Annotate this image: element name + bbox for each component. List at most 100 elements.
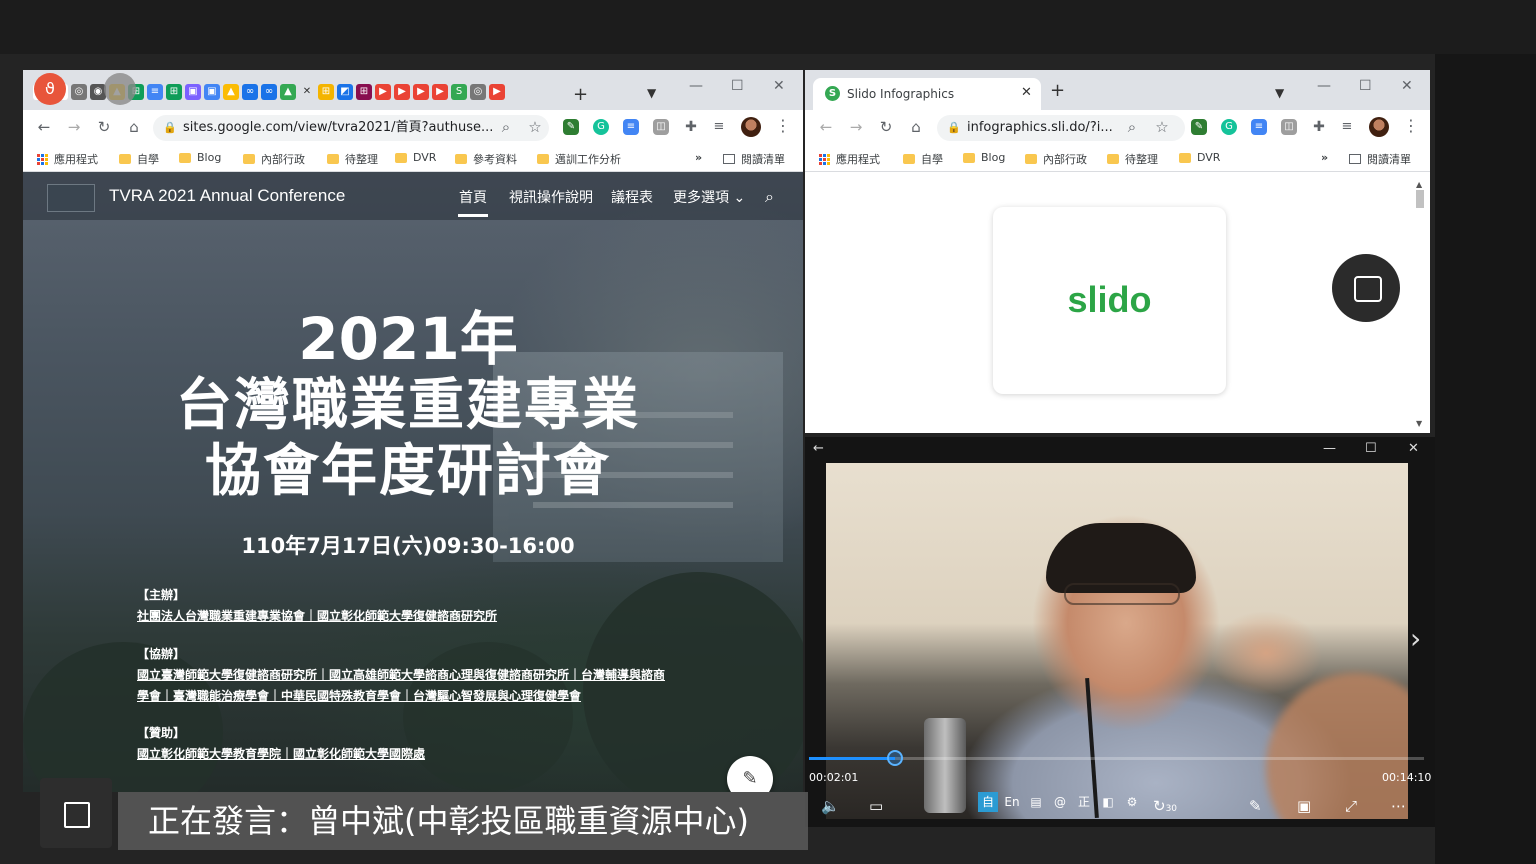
- menu-icon[interactable]: ⋮: [775, 116, 791, 135]
- scroll-down-icon[interactable]: ▼: [1416, 419, 1422, 428]
- sheets-icon[interactable]: ⊞: [166, 84, 182, 100]
- youtube-icon[interactable]: ▶: [432, 84, 448, 100]
- docs-extension-icon[interactable]: ≡: [1251, 119, 1267, 135]
- reload-icon[interactable]: ↻: [877, 118, 895, 136]
- drive-icon[interactable]: ▲: [280, 84, 296, 100]
- evernote-icon[interactable]: ✎: [1191, 119, 1207, 135]
- minimize-icon[interactable]: —: [1323, 441, 1336, 456]
- bookmark-folder[interactable]: Blog: [179, 151, 221, 164]
- scroll-up-icon[interactable]: ▲: [1416, 180, 1422, 189]
- bookmark-folder[interactable]: 內部行政: [1025, 151, 1087, 167]
- subtitle-settings-button[interactable]: ⚙: [1122, 792, 1142, 812]
- slido-icon[interactable]: S: [451, 84, 467, 100]
- grammarly-icon[interactable]: G: [1221, 119, 1237, 135]
- minimize-icon[interactable]: —: [689, 78, 703, 94]
- zoom-icon[interactable]: ⌕: [497, 118, 515, 136]
- tab-slido[interactable]: S Slido Infographics ✕: [813, 78, 1041, 110]
- volume-icon[interactable]: 🔈: [821, 797, 840, 815]
- close-icon[interactable]: ✕: [299, 84, 315, 100]
- back-icon[interactable]: ←: [817, 118, 835, 136]
- pip-toggle-button[interactable]: [1332, 254, 1400, 322]
- reading-list[interactable]: 閱讀清單: [1349, 151, 1411, 167]
- new-tab-icon[interactable]: +: [1050, 80, 1065, 101]
- bookmark-apps[interactable]: 應用程式: [37, 151, 98, 167]
- extension-icon[interactable]: ◫: [1281, 119, 1297, 135]
- bookmark-folder[interactable]: 參考資料: [455, 151, 517, 167]
- home-icon[interactable]: ⌂: [125, 118, 143, 136]
- seek-bar[interactable]: [809, 750, 1424, 766]
- youtube-icon[interactable]: ▶: [394, 84, 410, 100]
- back-icon[interactable]: ←: [813, 441, 824, 456]
- minimize-icon[interactable]: —: [1317, 78, 1331, 94]
- pencil-icon[interactable]: ✎: [1249, 797, 1262, 815]
- site-title[interactable]: TVRA 2021 Annual Conference: [109, 186, 345, 206]
- skip-forward-button[interactable]: ↻30: [1153, 797, 1177, 815]
- bookmark-folder[interactable]: Blog: [963, 151, 1005, 164]
- scrollbar[interactable]: ▲ ▼: [1416, 180, 1424, 428]
- subtitle-correct-button[interactable]: 正: [1074, 792, 1094, 812]
- extensions-puzzle-icon[interactable]: ✚: [1311, 119, 1327, 135]
- subtitle-doc-button[interactable]: ▤: [1026, 792, 1046, 812]
- seek-handle[interactable]: [887, 750, 904, 766]
- meet-icon[interactable]: ∞: [242, 84, 258, 100]
- docs-extension-icon[interactable]: ≡: [623, 119, 639, 135]
- tab-search-icon[interactable]: ▼: [1275, 86, 1284, 100]
- tab-icon[interactable]: ◎: [470, 84, 486, 100]
- miniplayer-icon[interactable]: ▣: [1297, 797, 1311, 815]
- scrollbar-thumb[interactable]: [1416, 190, 1424, 208]
- recording-control-icon[interactable]: [104, 73, 136, 105]
- recording-indicator-icon[interactable]: ϑ: [34, 73, 66, 105]
- reading-mode-icon[interactable]: ≡: [711, 119, 727, 135]
- bookmark-folder[interactable]: 自學: [119, 151, 159, 167]
- bookmark-folder[interactable]: DVR: [1179, 151, 1220, 164]
- nav-agenda[interactable]: 議程表: [611, 187, 653, 207]
- co-organizer-text[interactable]: 學會｜臺灣職能治療學會｜中華民國特殊教育學會｜台灣驅心智發展與心理復健學會: [137, 687, 581, 704]
- home-icon[interactable]: ⌂: [907, 118, 925, 136]
- bookmark-folder[interactable]: 邁訓工作分析: [537, 151, 621, 167]
- docs-icon[interactable]: ≡: [147, 84, 163, 100]
- bookmark-folder[interactable]: 內部行政: [243, 151, 305, 167]
- star-icon[interactable]: ☆: [1153, 118, 1171, 136]
- address-bar[interactable]: 🔒 infographics.sli.do/?i...: [937, 115, 1185, 141]
- reading-list[interactable]: 閱讀清單: [723, 151, 785, 167]
- profile-avatar[interactable]: [1369, 117, 1389, 137]
- maximize-icon[interactable]: ☐: [731, 78, 744, 94]
- evernote-icon[interactable]: ✎: [563, 119, 579, 135]
- tab-search-icon[interactable]: ▼: [647, 86, 656, 100]
- subtitle-auto-button[interactable]: 自: [978, 792, 998, 812]
- fullscreen-icon[interactable]: ⤢: [1345, 797, 1357, 815]
- sponsor-text[interactable]: 國立彰化師範大學教育學院｜國立彰化師範大學國際處: [137, 745, 425, 762]
- close-window-icon[interactable]: ✕: [1408, 441, 1419, 456]
- bookmark-folder[interactable]: 待整理: [1107, 151, 1158, 167]
- bookmark-folder[interactable]: 待整理: [327, 151, 378, 167]
- site-logo[interactable]: [47, 184, 95, 212]
- bookmark-folder[interactable]: DVR: [395, 151, 436, 164]
- reading-mode-icon[interactable]: ≡: [1339, 119, 1355, 135]
- subtitle-layout-button[interactable]: ◧: [1098, 792, 1118, 812]
- close-window-icon[interactable]: ✕: [773, 78, 785, 94]
- next-chevron-icon[interactable]: ›: [1410, 622, 1421, 655]
- maximize-icon[interactable]: ☐: [1365, 441, 1377, 456]
- forward-icon[interactable]: →: [65, 118, 83, 136]
- forms-icon[interactable]: ▣: [185, 84, 201, 100]
- bookmark-apps[interactable]: 應用程式: [819, 151, 880, 167]
- meet-icon[interactable]: ∞: [261, 84, 277, 100]
- bookmarks-overflow[interactable]: »: [695, 151, 702, 164]
- tab-icon[interactable]: ◎: [71, 84, 87, 100]
- youtube-icon[interactable]: ▶: [413, 84, 429, 100]
- more-options-icon[interactable]: ⋯: [1391, 797, 1406, 815]
- host-text[interactable]: 社團法人台灣職業重建專業協會｜國立彰化師範大學復健諮商研究所: [137, 607, 497, 624]
- menu-icon[interactable]: ⋮: [1403, 116, 1419, 135]
- nav-more[interactable]: 更多選項 ⌄: [673, 187, 745, 207]
- tab-icon[interactable]: ⊞: [356, 84, 372, 100]
- co-organizer-text[interactable]: 國立臺灣師範大學復健諮商研究所｜國立高雄師範大學諮商心理與復健諮商研究所｜台灣輔…: [137, 666, 665, 683]
- address-bar[interactable]: 🔒 sites.google.com/view/tvra2021/首頁?auth…: [153, 115, 549, 141]
- nav-home[interactable]: 首頁: [459, 187, 487, 207]
- new-tab-icon[interactable]: +: [573, 84, 588, 105]
- subtitle-mention-button[interactable]: @: [1050, 792, 1070, 812]
- extension-icon[interactable]: ◫: [653, 119, 669, 135]
- video-frame[interactable]: [826, 463, 1408, 819]
- maximize-icon[interactable]: ☐: [1359, 78, 1372, 94]
- subtitle-english-button[interactable]: En: [1002, 792, 1022, 812]
- close-tab-icon[interactable]: ✕: [1021, 85, 1032, 100]
